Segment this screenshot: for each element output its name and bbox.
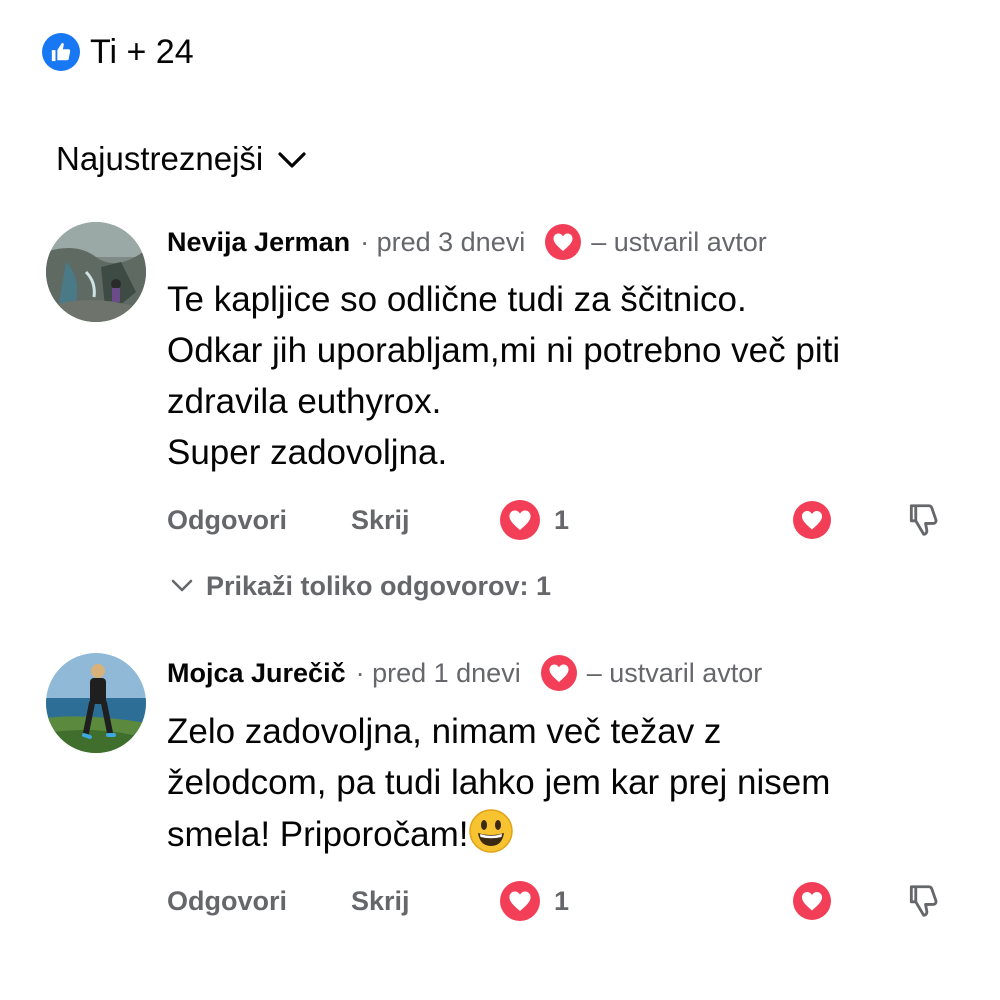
thumbs-down-icon[interactable] [905,882,943,920]
comment-text-line: smela! Priporočam! [167,815,469,854]
love-react-button[interactable] [793,501,831,539]
likes-summary[interactable]: Ti + 24 [42,30,194,74]
thumbs-up-icon [42,33,80,71]
author-reaction-tag: – ustvaril avtor [591,226,767,257]
comment-meta: Nevija Jerman · pred 3 dnevi – ustvaril … [167,222,767,262]
reaction-summary[interactable]: 1 [500,881,569,921]
likes-count-text: Ti + 24 [90,32,194,71]
show-replies-button[interactable]: Prikaži toliko odgovorov: 1 [170,566,551,606]
chevron-down-icon [277,140,307,178]
thumbs-down-icon[interactable] [905,501,943,539]
comment-text-line-last: smela! Priporočam! [167,808,967,860]
reply-button[interactable]: Odgovori [167,505,287,536]
heart-icon [500,500,540,540]
avatar[interactable] [46,222,146,322]
comment-text-line: zdravila euthyrox. [167,382,442,421]
comment-time[interactable]: · pred 1 dnevi [356,658,521,689]
sort-label: Najustreznejši [56,140,264,177]
comment-actions: Odgovori Skrij 1 [167,879,957,923]
show-replies-label: Prikaži toliko odgovorov: 1 [206,570,552,601]
comment-text-line: Odkar jih uporabljam,mi ni potrebno več … [167,331,841,370]
comment-author[interactable]: Mojca Jurečič [167,658,346,689]
heart-icon [500,881,540,921]
comment-actions: Odgovori Skrij 1 [167,498,957,542]
comment-time[interactable]: · pred 3 dnevi [360,227,525,258]
hide-button[interactable]: Skrij [351,505,410,536]
heart-icon [545,224,582,260]
reaction-count: 1 [554,504,570,535]
love-react-button[interactable] [793,882,831,920]
comment-author[interactable]: Nevija Jerman [167,227,350,258]
comment-text-line: želodcom, pa tudi lahko jem kar prej nis… [167,763,831,802]
comment-text: Zelo zadovoljna, nimam več težav z želod… [167,706,967,860]
reaction-summary[interactable]: 1 [500,500,569,540]
grinning-face-emoji [468,808,514,854]
author-reaction-tag: – ustvaril avtor [586,657,763,688]
hide-button[interactable]: Skrij [351,886,410,917]
avatar[interactable] [46,653,146,753]
heart-icon [540,655,577,691]
comment-text-line: Te kapljice so odlične tudi za ščitnico. [167,280,747,319]
reaction-count: 1 [554,885,570,916]
sort-dropdown[interactable]: Najustreznejši [56,140,307,178]
comment-meta: Mojca Jurečič · pred 1 dnevi – ustvaril … [167,653,762,693]
comment-text-line: Super zadovoljna. [167,433,448,472]
comment-text: Te kapljice so odlične tudi za ščitnico.… [167,274,967,478]
reply-button[interactable]: Odgovori [167,886,287,917]
chevron-down-icon [170,578,194,594]
comment-text-line: Zelo zadovoljna, nimam več težav z [167,712,722,751]
